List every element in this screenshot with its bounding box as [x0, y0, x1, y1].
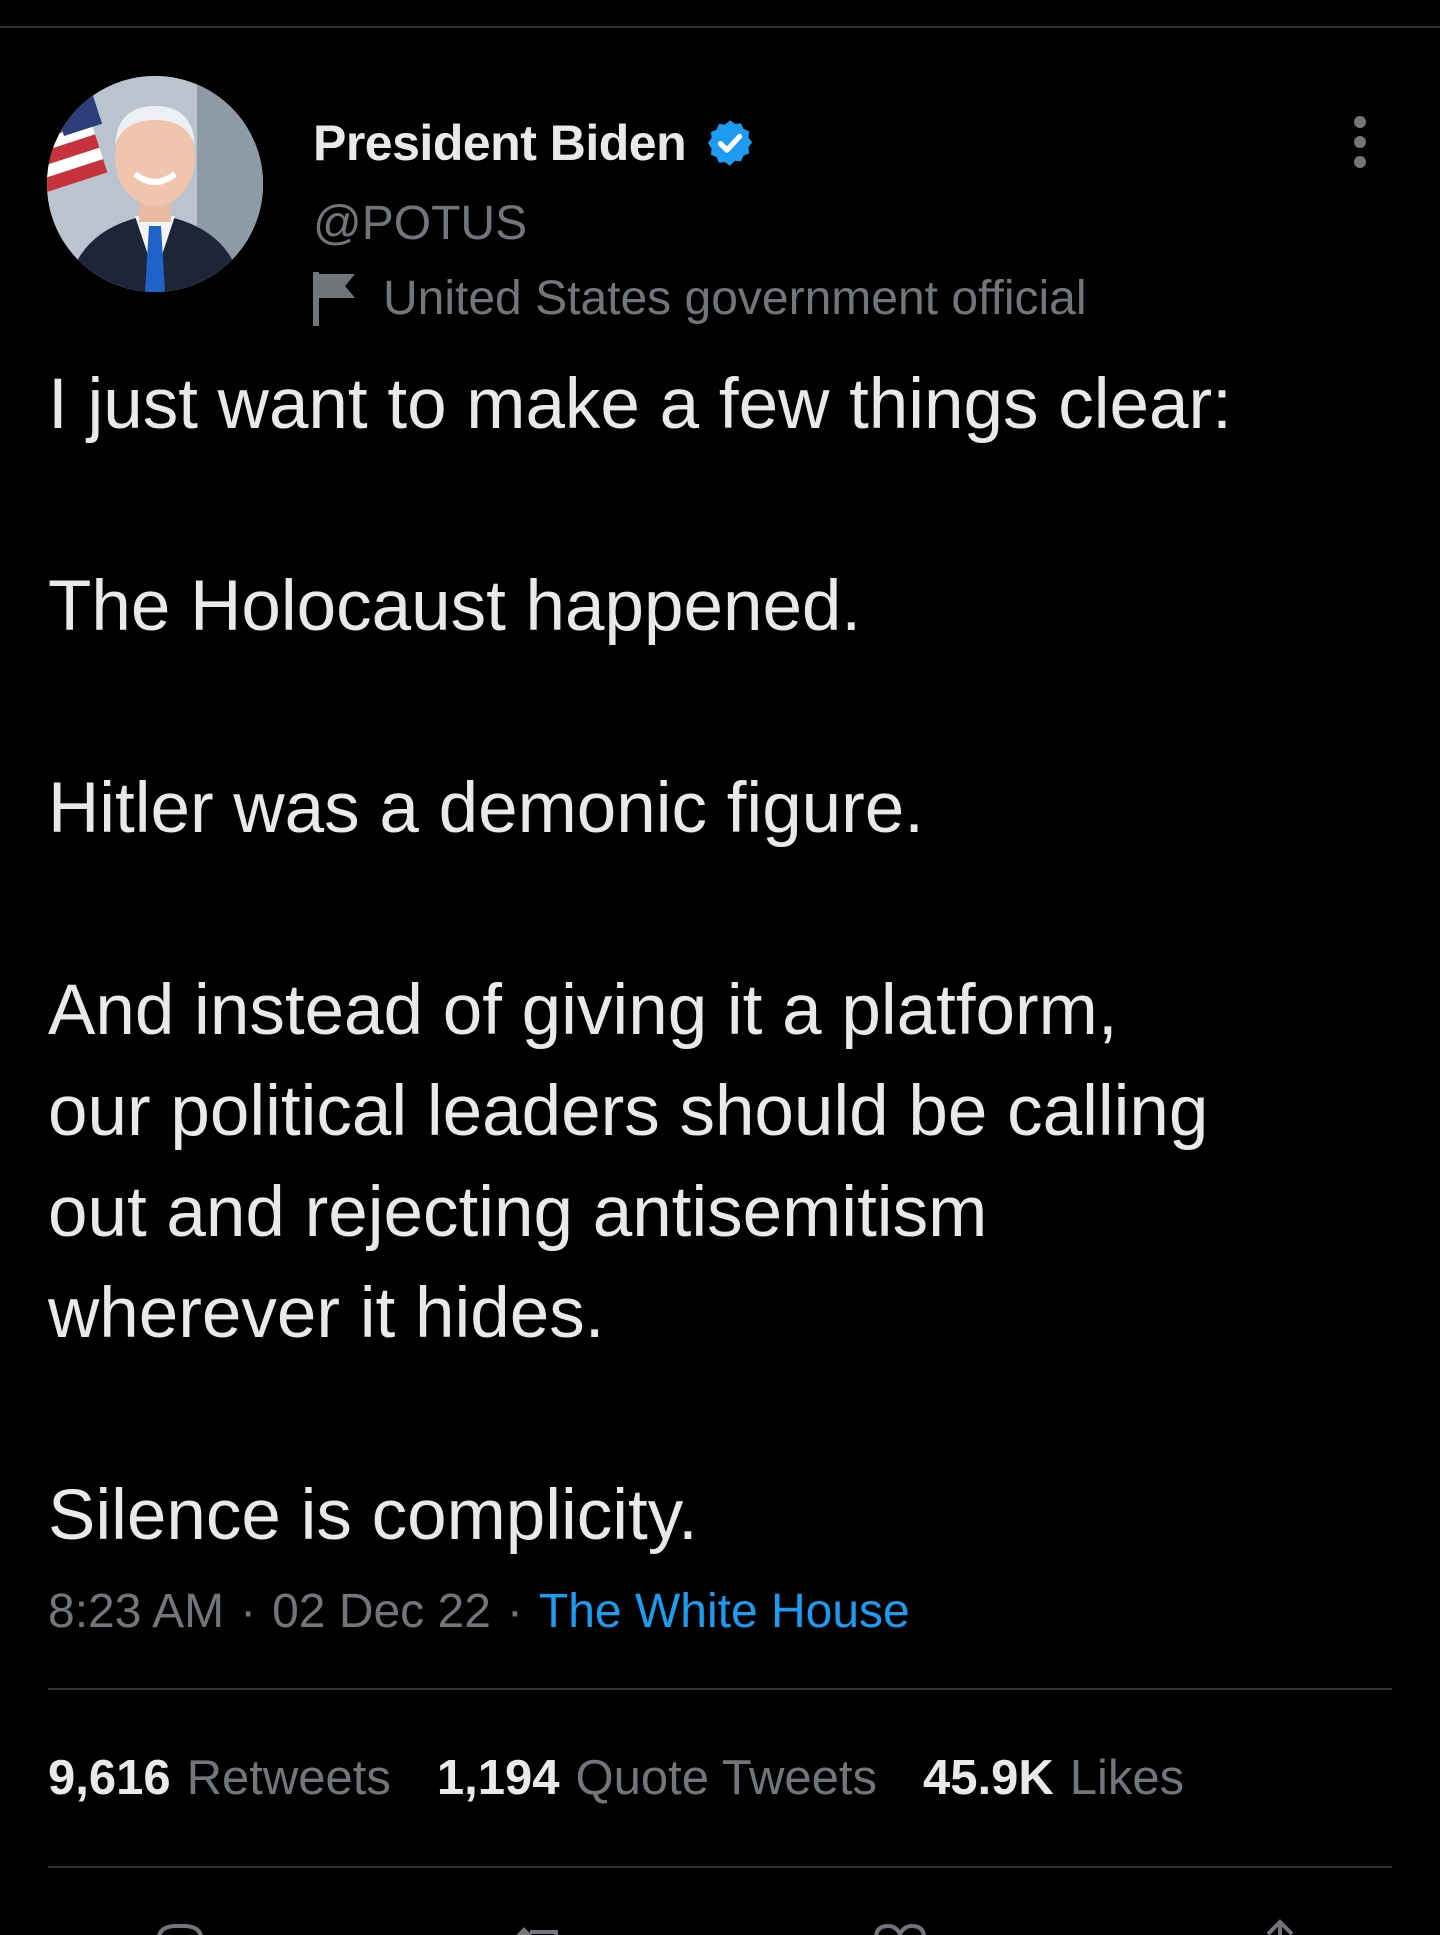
verified-badge-icon	[708, 120, 753, 166]
reply-button[interactable]	[150, 1916, 210, 1935]
tweet-text-line: Hitler was a demonic figure.	[48, 769, 925, 848]
avatar[interactable]	[47, 76, 263, 292]
top-divider	[0, 26, 1440, 28]
engagement-stats: 9,616 Retweets 1,194 Quote Tweets 45.9K …	[48, 1748, 1230, 1808]
author-display-name[interactable]: President Biden	[313, 114, 687, 172]
likes-stat[interactable]: 45.9K Likes	[923, 1750, 1184, 1806]
likes-label: Likes	[1069, 1751, 1185, 1805]
tweet-meta: 8:23 AM · 02 Dec 22 · The White House	[48, 1578, 910, 1644]
quote-tweets-stat[interactable]: 1,194 Quote Tweets	[437, 1750, 877, 1806]
like-button[interactable]	[870, 1916, 930, 1935]
account-label-text: United States government official	[383, 271, 1087, 325]
retweets-stat[interactable]: 9,616 Retweets	[48, 1750, 391, 1806]
author-handle[interactable]: @POTUS	[313, 196, 527, 251]
meta-separator: ·	[506, 1584, 523, 1638]
tweet-source-link[interactable]: The White House	[539, 1584, 910, 1639]
tweet-text-line: I just want to make a few things clear:	[48, 365, 1232, 444]
tweet-text: I just want to make a few things clear: …	[48, 354, 1418, 1566]
divider	[48, 1688, 1392, 1690]
likes-count: 45.9K	[922, 1751, 1054, 1805]
account-label[interactable]: United States government official	[311, 268, 1087, 328]
tweet-text-line: Silence is complicity.	[48, 1476, 698, 1555]
tweet-time[interactable]: 8:23 AM	[48, 1584, 224, 1639]
share-button[interactable]	[1250, 1916, 1310, 1935]
tweet-text-line: The Holocaust happened.	[48, 567, 862, 646]
retweet-icon	[516, 1927, 558, 1935]
avatar-image	[47, 76, 263, 292]
retweet-button[interactable]	[510, 1916, 570, 1935]
share-icon	[1266, 1919, 1294, 1935]
author-name-row[interactable]: President Biden	[313, 112, 756, 174]
reply-icon	[157, 1924, 203, 1935]
retweets-label: Retweets	[186, 1751, 391, 1805]
tweet-text-line: out and rejecting antisemitism	[48, 1173, 988, 1252]
more-vertical-icon[interactable]	[1344, 114, 1376, 170]
meta-separator: ·	[240, 1584, 257, 1638]
tweet-date[interactable]: 02 Dec 22	[272, 1584, 491, 1639]
action-bar	[0, 1906, 1440, 1935]
divider	[48, 1866, 1392, 1868]
like-icon	[874, 1923, 926, 1935]
quote-tweets-label: Quote Tweets	[575, 1751, 877, 1805]
retweets-count: 9,616	[48, 1751, 171, 1805]
quote-tweets-count: 1,194	[436, 1751, 560, 1805]
flag-icon	[313, 272, 355, 326]
tweet-text-line: our political leaders should be calling	[48, 1072, 1209, 1151]
tweet-text-line: wherever it hides.	[48, 1274, 605, 1353]
tweet-text-line: And instead of giving it a platform,	[48, 971, 1118, 1050]
